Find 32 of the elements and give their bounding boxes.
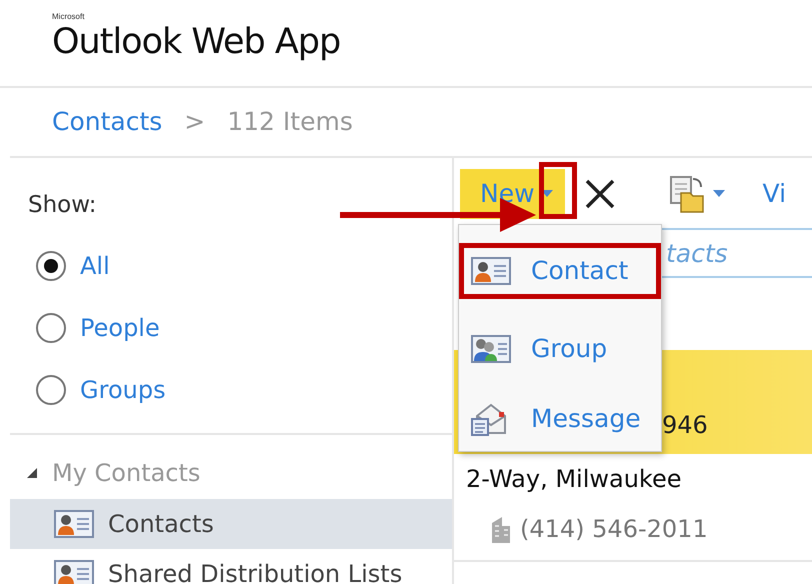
search-field[interactable]: tacts <box>662 228 812 278</box>
breadcrumb-link[interactable]: Contacts <box>52 103 162 141</box>
view-button[interactable]: Vi <box>762 175 786 213</box>
filter-label: Show: <box>28 191 98 220</box>
item-count: 112 Items <box>227 106 353 138</box>
app-title: Outlook Web App <box>52 21 342 63</box>
contact-card-icon <box>471 256 511 286</box>
clipboard-folder-icon <box>668 175 705 213</box>
radio-button[interactable] <box>36 312 66 342</box>
contact-card-icon <box>54 559 94 584</box>
folder-group-label[interactable]: My Contacts <box>52 455 200 491</box>
folder-item[interactable]: Contacts <box>10 499 452 549</box>
contact-card-icon <box>54 509 94 539</box>
collapse-triangle-icon[interactable] <box>26 467 38 479</box>
caret-icon <box>712 190 725 198</box>
radio-button[interactable] <box>36 374 66 404</box>
menu-item[interactable]: Contact <box>459 243 661 299</box>
radio-button[interactable] <box>36 250 66 280</box>
building-icon <box>490 514 512 544</box>
contact-row[interactable]: 2-Way, Milwaukee (414) 546-2011 <box>454 454 812 554</box>
folder-item[interactable]: Shared Distribution Lists <box>10 549 452 584</box>
menu-item[interactable]: Group <box>459 311 661 387</box>
close-icon <box>584 179 615 209</box>
radio-label[interactable]: Groups <box>80 372 166 408</box>
brand-label: Microsoft <box>52 12 86 21</box>
radio-label[interactable]: People <box>80 310 160 346</box>
menu-item[interactable]: Message <box>459 387 661 451</box>
breadcrumb-separator: > <box>184 106 206 138</box>
contact-phone: (414) 546-2011 <box>520 514 708 545</box>
radio-label[interactable]: All <box>80 248 110 284</box>
contact-phone: 946 <box>662 410 708 441</box>
group-card-icon <box>471 333 511 365</box>
